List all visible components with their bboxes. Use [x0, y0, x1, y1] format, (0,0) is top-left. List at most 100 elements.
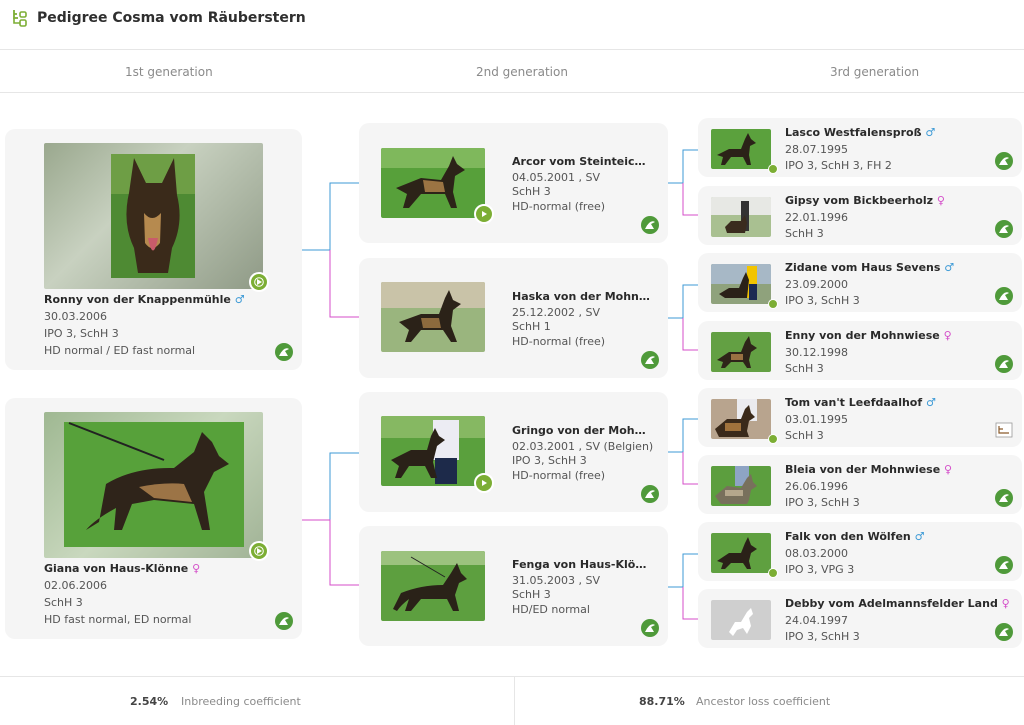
play-video-button[interactable] — [768, 568, 778, 578]
pedigree-link-icon[interactable] — [994, 488, 1014, 508]
dog-photo[interactable] — [711, 466, 771, 506]
dog-name-text: Debby vom Adelmannsfelder Land — [785, 597, 998, 610]
pedigree-link-icon[interactable] — [640, 618, 660, 638]
gen3-card-8[interactable]: Debby vom Adelmannsfelder Land ♀ 24.04.1… — [698, 589, 1022, 648]
dog-name[interactable]: Fenga von Haus-Klönn… — [512, 558, 652, 571]
play-video-button[interactable] — [474, 473, 494, 493]
pedigree-link-icon[interactable] — [274, 611, 294, 631]
dog-photo[interactable] — [381, 551, 485, 621]
gen2-card-4[interactable]: Fenga von Haus-Klönn… 31.05.2003 , SV Sc… — [359, 526, 668, 646]
gen3-card-6[interactable]: Bleia von der Mohnwiese ♀ 26.06.1996 IPO… — [698, 455, 1022, 514]
birth-date: 02.03.2001 , SV (Belgien) — [512, 440, 654, 453]
dog-name[interactable]: Ronny von der Knappenmühle ♂ — [44, 293, 274, 306]
titles: SchH 3 — [512, 185, 551, 198]
male-icon: ♂ — [926, 396, 936, 409]
pedigree-link-icon[interactable] — [994, 151, 1014, 171]
female-icon: ♀ — [1001, 597, 1010, 610]
gen3-card-4[interactable]: Enny von der Mohnwiese ♀ 30.12.1998 SchH… — [698, 321, 1022, 380]
birth-date: 03.01.1995 — [785, 413, 848, 426]
titles: IPO 3, VPG 3 — [785, 563, 855, 576]
gen3-card-5[interactable]: Tom van't Leefdaalhof ♂ 03.01.1995 SchH … — [698, 388, 1022, 447]
dog-photo[interactable] — [711, 264, 771, 304]
play-video-button[interactable] — [474, 204, 494, 224]
dog-name[interactable]: Gipsy vom Bickbeerholz ♀ — [785, 194, 1005, 207]
dog-photo[interactable] — [711, 332, 771, 372]
titles: IPO 3, SchH 3 — [512, 454, 587, 467]
dog-photo[interactable] — [381, 416, 485, 486]
dog-photo[interactable] — [44, 143, 263, 289]
dog-name[interactable]: Falk von den Wölfen ♂ — [785, 530, 1005, 543]
play-video-button[interactable] — [249, 272, 269, 292]
connector-g2-2 — [668, 284, 700, 351]
dog-photo[interactable] — [711, 399, 771, 439]
play-video-button[interactable] — [768, 299, 778, 309]
play-video-button[interactable] — [768, 434, 778, 444]
footer-divider — [514, 677, 515, 725]
male-icon: ♂ — [914, 530, 925, 543]
dog-name-text: Haska von der Mohnw… — [512, 290, 652, 303]
play-video-button[interactable] — [768, 164, 778, 174]
connector-dam-line — [300, 452, 360, 586]
titles: IPO 3, SchH 3 — [785, 294, 860, 307]
pedigree-link-icon[interactable] — [640, 350, 660, 370]
generation-2-label: 2nd generation — [476, 65, 568, 79]
gen1-sire-card[interactable]: Ronny von der Knappenmühle ♂ 30.03.2006 … — [5, 129, 302, 370]
dog-name[interactable]: Zidane vom Haus Sevens ♂ — [785, 261, 1005, 274]
dog-name[interactable]: Arcor vom Steinteich ♂ — [512, 155, 652, 168]
dog-photo[interactable] — [711, 533, 771, 573]
pedigree-tree-icon — [13, 10, 27, 27]
birth-date: 25.12.2002 , SV — [512, 306, 600, 319]
dog-name[interactable]: Giana von Haus-Klönne ♀ — [44, 562, 274, 575]
play-video-button[interactable] — [249, 541, 269, 561]
connector-g2-1 — [668, 149, 700, 216]
birth-date: 02.06.2006 — [44, 579, 107, 592]
dog-photo[interactable] — [711, 197, 771, 237]
pedigree-link-icon[interactable] — [640, 215, 660, 235]
gen3-card-3[interactable]: Zidane vom Haus Sevens ♂ 23.09.2000 IPO … — [698, 253, 1022, 312]
dog-name[interactable]: Bleia von der Mohnwiese ♀ — [785, 463, 1005, 476]
pedigree-link-icon[interactable] — [994, 286, 1014, 306]
pedigree-link-icon[interactable] — [994, 219, 1014, 239]
female-icon: ♀ — [936, 194, 945, 207]
pedigree-link-icon[interactable] — [994, 622, 1014, 642]
dog-name-text: Gringo von der Mohnw… — [512, 424, 652, 437]
gen2-card-2[interactable]: Haska von der Mohnw… 25.12.2002 , SV Sch… — [359, 258, 668, 378]
dog-name-text: Tom van't Leefdaalhof — [785, 396, 923, 409]
dog-name[interactable]: Enny von der Mohnwiese ♀ — [785, 329, 1005, 342]
dog-name[interactable]: Tom van't Leefdaalhof ♂ — [785, 396, 1005, 409]
dog-photo[interactable] — [44, 412, 263, 558]
pedigree-link-icon[interactable] — [994, 354, 1014, 374]
pedigree-link-icon[interactable] — [994, 555, 1014, 575]
dog-name[interactable]: Gringo von der Mohnw… — [512, 424, 652, 437]
gen2-card-3[interactable]: Gringo von der Mohnw… 02.03.2001 , SV (B… — [359, 392, 668, 512]
dog-name-text: Giana von Haus-Klönne — [44, 562, 189, 575]
dog-name[interactable]: Debby vom Adelmannsfelder Land ♀ — [785, 597, 1013, 610]
birth-date: 26.06.1996 — [785, 480, 848, 493]
titles: IPO 3, SchH 3 — [785, 496, 860, 509]
generation-1-label: 1st generation — [125, 65, 213, 79]
pedigree-link-icon[interactable] — [274, 342, 294, 362]
gen3-card-2[interactable]: Gipsy vom Bickbeerholz ♀ 22.01.1996 SchH… — [698, 186, 1022, 245]
titles: IPO 3, SchH 3, FH 2 — [785, 159, 892, 172]
female-icon: ♀ — [192, 562, 201, 575]
titles: SchH 3 — [785, 429, 824, 442]
gen2-card-1[interactable]: Arcor vom Steinteich ♂ 04.05.2001 , SV S… — [359, 123, 668, 243]
dog-name-text: Bleia von der Mohnwiese — [785, 463, 941, 476]
dog-photo[interactable] — [381, 282, 485, 352]
dog-name-text: Lasco Westfalensproß — [785, 126, 922, 139]
gen1-dam-card[interactable]: Giana von Haus-Klönne ♀ 02.06.2006 SchH … — [5, 398, 302, 639]
dog-name[interactable]: Haska von der Mohnw… — [512, 290, 652, 303]
dog-name-text: Ronny von der Knappenmühle — [44, 293, 231, 306]
pedigree-chart-icon[interactable] — [994, 420, 1014, 440]
pedigree-link-icon[interactable] — [640, 484, 660, 504]
health-results: HD fast normal, ED normal — [44, 613, 192, 626]
titles: SchH 1 — [512, 320, 551, 333]
gen3-card-1[interactable]: Lasco Westfalensproß ♂ 28.07.1995 IPO 3,… — [698, 118, 1022, 177]
dog-name[interactable]: Lasco Westfalensproß ♂ — [785, 126, 1005, 139]
app-header: Pedigree Cosma vom Räuberstern — [0, 0, 1024, 50]
health-results: HD-normal (free) — [512, 200, 606, 213]
dog-photo[interactable] — [711, 129, 771, 169]
gen3-card-7[interactable]: Falk von den Wölfen ♂ 08.03.2000 IPO 3, … — [698, 522, 1022, 581]
dog-photo[interactable] — [381, 148, 485, 218]
dog-photo-placeholder[interactable] — [711, 600, 771, 640]
